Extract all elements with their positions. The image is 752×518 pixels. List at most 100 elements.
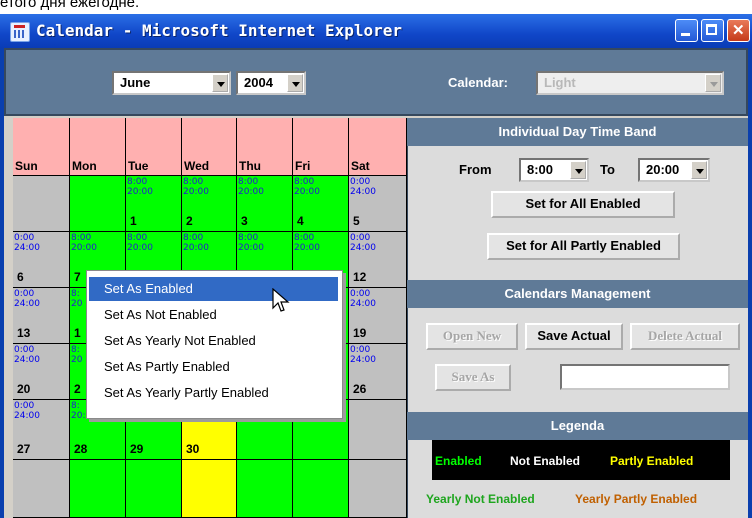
save-as-button[interactable]: Save As xyxy=(435,364,511,391)
context-menu-item[interactable]: Set As Not Enabled xyxy=(89,303,338,327)
day-number: 28 xyxy=(74,442,88,456)
time-band-header: Individual Day Time Band xyxy=(407,118,748,146)
chevron-down-icon[interactable] xyxy=(691,161,707,179)
time-band-text: 8:00 20:00 xyxy=(183,233,209,253)
legend-yearly-not-enabled: Yearly Not Enabled xyxy=(426,492,535,506)
day-cell[interactable] xyxy=(13,176,70,232)
day-cell[interactable]: 8:00 20:00 2 xyxy=(182,176,237,232)
context-menu-item[interactable]: Set As Yearly Partly Enabled xyxy=(89,381,338,405)
time-band-text: 8:00 20:00 xyxy=(294,177,320,197)
day-name: Wed xyxy=(184,159,210,173)
calendar-app-icon xyxy=(10,22,30,42)
day-cell[interactable] xyxy=(70,176,126,232)
day-number: 29 xyxy=(130,442,144,456)
day-number: 30 xyxy=(186,442,200,456)
delete-actual-button[interactable]: Delete Actual xyxy=(630,323,740,350)
day-name: Sat xyxy=(351,159,370,173)
day-cell[interactable]: 0:00 24:00 27 xyxy=(13,400,70,460)
time-band-text: 8:00 20:00 xyxy=(238,177,264,197)
day-cell[interactable] xyxy=(126,460,182,518)
year-select[interactable]: 2004 xyxy=(236,71,306,95)
browser-window: Calendar - Microsoft Internet Explorer J… xyxy=(0,14,752,518)
to-label: To xyxy=(600,162,615,177)
maximize-button[interactable] xyxy=(701,19,724,42)
day-cell[interactable]: 0:00 24:00 12 xyxy=(349,232,407,288)
time-band-text: 0:00 24:00 xyxy=(14,233,40,253)
day-cell[interactable]: 8:00 20:00 1 xyxy=(126,176,182,232)
day-cell[interactable]: 8:00 20:00 4 xyxy=(293,176,349,232)
to-time-select[interactable]: 20:00 xyxy=(638,158,710,182)
context-menu-item[interactable]: Set As Partly Enabled xyxy=(89,355,338,379)
day-cell[interactable]: 0:00 24:00 20 xyxy=(13,344,70,400)
time-band-text: 0:00 24:00 xyxy=(350,177,376,197)
day-cell[interactable] xyxy=(70,460,126,518)
month-select-value: June xyxy=(120,75,151,90)
day-name: Tue xyxy=(128,159,149,173)
calendar-select[interactable]: Light xyxy=(536,71,724,95)
from-label: From xyxy=(459,162,492,177)
legend-not-enabled: Not Enabled xyxy=(510,454,581,468)
day-cell[interactable]: 0:00 24:00 13 xyxy=(13,288,70,344)
month-select[interactable]: June xyxy=(112,71,231,95)
set-all-partly-enabled-button[interactable]: Set for All Partly Enabled xyxy=(487,233,680,260)
calendar-label: Calendar: xyxy=(448,75,508,90)
day-cell[interactable] xyxy=(237,460,293,518)
context-menu-item[interactable]: Set As Enabled xyxy=(89,277,338,301)
chevron-down-icon[interactable] xyxy=(287,74,303,92)
time-band-text: 0:00 24:00 xyxy=(14,401,40,421)
time-band-text: 8: 20 xyxy=(71,289,83,309)
management-header: Calendars Management xyxy=(407,280,748,308)
day-cell[interactable] xyxy=(349,460,407,518)
time-band-text: 8:00 20:00 xyxy=(183,177,209,197)
day-cell[interactable] xyxy=(13,460,70,518)
day-name: Mon xyxy=(72,159,97,173)
day-cell[interactable] xyxy=(349,400,407,460)
day-number: 7 xyxy=(74,270,81,284)
time-band-text: 8:00 20:00 xyxy=(71,233,97,253)
time-band-text: 8:00 20:00 xyxy=(294,233,320,253)
time-band-panel: From 8:00 To 20:00 Set for All Enabled S… xyxy=(407,146,748,280)
minimize-button[interactable] xyxy=(675,19,698,42)
to-time-value: 20:00 xyxy=(646,162,680,177)
year-select-value: 2004 xyxy=(244,75,273,90)
calendar-name-input[interactable] xyxy=(560,364,730,390)
day-header-mon: Mon xyxy=(70,118,126,176)
time-band-text: 8: 20 xyxy=(71,345,83,365)
day-cell[interactable]: 0:00 24:00 19 xyxy=(349,288,407,344)
time-band-text: 0:00 24:00 xyxy=(350,289,376,309)
save-actual-button[interactable]: Save Actual xyxy=(525,323,623,350)
time-band-text: 0:00 24:00 xyxy=(350,345,376,365)
day-number: 1 xyxy=(130,214,137,228)
day-cell[interactable]: 0:00 24:00 26 xyxy=(349,344,407,400)
day-cell[interactable] xyxy=(293,460,349,518)
time-band-text: 8:00 20:00 xyxy=(238,233,264,253)
day-cell[interactable]: 0:00 24:00 5 xyxy=(349,176,407,232)
time-band-text: 0:00 24:00 xyxy=(350,233,376,253)
chevron-down-icon[interactable] xyxy=(570,161,586,179)
day-number: 19 xyxy=(353,326,367,340)
legend-yearly-partly-enabled: Yearly Partly Enabled xyxy=(575,492,698,506)
chevron-down-icon[interactable] xyxy=(705,74,721,92)
set-all-enabled-button[interactable]: Set for All Enabled xyxy=(491,191,675,218)
right-panel: Individual Day Time Band From 8:00 To 20… xyxy=(407,118,748,518)
top-toolbar: June 2004 Calendar: Light xyxy=(4,48,748,116)
day-cell[interactable]: 8:00 20:00 3 xyxy=(237,176,293,232)
day-number: 27 xyxy=(17,442,31,456)
time-band-text: 8:00 20:00 xyxy=(127,233,153,253)
day-cell[interactable] xyxy=(182,460,237,518)
chevron-down-icon[interactable] xyxy=(212,74,228,92)
day-cell[interactable]: 0:00 24:00 6 xyxy=(13,232,70,288)
open-new-button[interactable]: Open New xyxy=(426,323,518,350)
management-panel: Open New Save Actual Delete Actual Save … xyxy=(407,308,748,412)
day-name: Sun xyxy=(15,159,38,173)
legend-partly-enabled: Partly Enabled xyxy=(610,454,694,468)
mouse-cursor-icon xyxy=(272,288,290,312)
context-menu-item[interactable]: Set As Yearly Not Enabled xyxy=(89,329,338,353)
close-button[interactable] xyxy=(727,19,750,42)
day-number: 5 xyxy=(353,214,360,228)
day-name: Fri xyxy=(295,159,311,173)
time-band-text: 0:00 24:00 xyxy=(14,345,40,365)
from-time-value: 8:00 xyxy=(527,162,554,177)
from-time-select[interactable]: 8:00 xyxy=(519,158,589,182)
title-bar[interactable]: Calendar - Microsoft Internet Explorer xyxy=(0,14,752,48)
